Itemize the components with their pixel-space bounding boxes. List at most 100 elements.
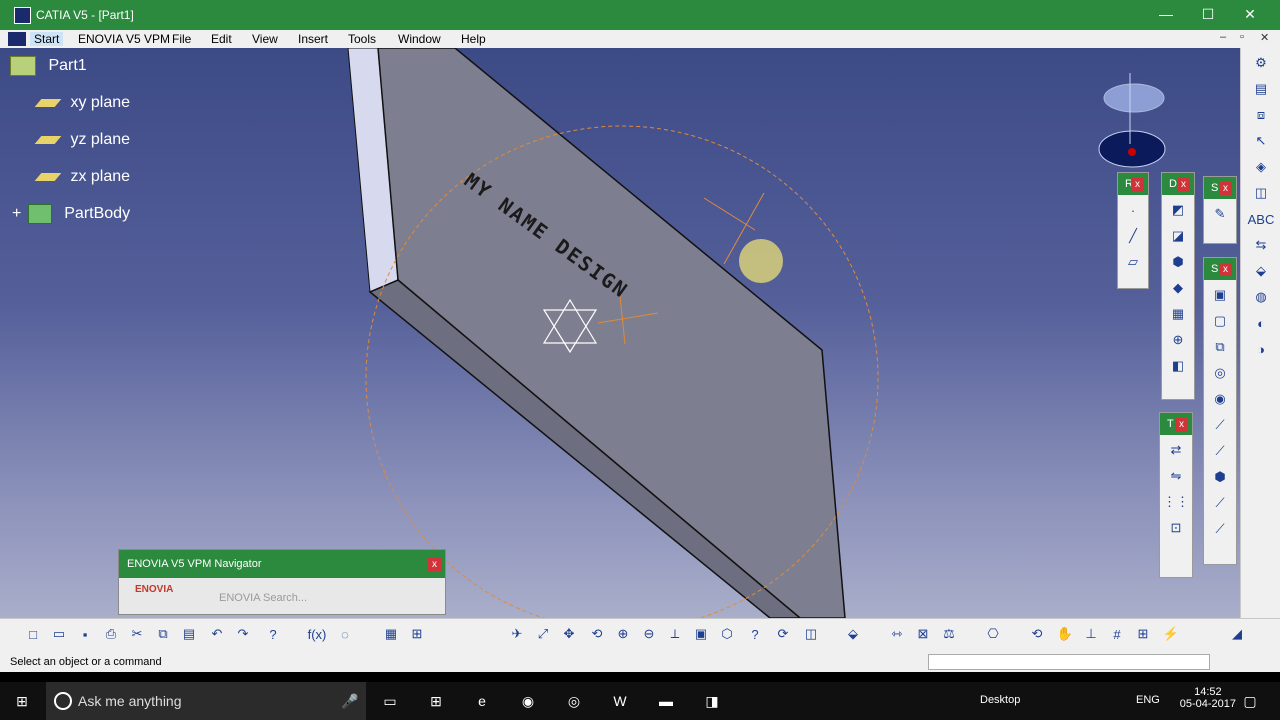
boolean-icon[interactable]: ◫ <box>1250 182 1272 204</box>
compass-handle[interactable] <box>1128 148 1136 156</box>
tree-item-zx-plane[interactable]: zx plane <box>34 168 130 186</box>
thickness-icon[interactable]: ▦ <box>1167 303 1189 325</box>
whats-this-icon[interactable]: ? <box>262 623 284 645</box>
remove-loft-icon[interactable]: ⟋ <box>1209 518 1231 540</box>
compass-icon[interactable]: ⊞ <box>1132 623 1154 645</box>
3d-viewport[interactable]: MY NAME DESIGN Part1 xy plane yz plane z… <box>0 48 1240 618</box>
capture-icon[interactable]: ⎔ <box>982 623 1004 645</box>
zoom-in-icon[interactable]: ⊕ <box>612 623 634 645</box>
draft-icon[interactable]: ⬢ <box>1167 251 1189 273</box>
maximize-button[interactable]: ☐ <box>1198 6 1218 23</box>
toolbar-close-icon[interactable]: x <box>1219 182 1232 195</box>
chamfer-icon[interactable]: ◪ <box>1167 225 1189 247</box>
tree-root[interactable]: Part1 <box>10 56 87 76</box>
workbench-icon[interactable]: ▤ <box>1250 78 1272 100</box>
print-icon[interactable]: ⎙ <box>100 623 122 645</box>
pocket-icon[interactable]: ▢ <box>1209 310 1231 332</box>
mirror-icon[interactable]: ⇋ <box>1165 465 1187 487</box>
loft-icon[interactable]: ⟋ <box>1209 492 1231 514</box>
toolbar-close-icon[interactable]: x <box>1131 178 1144 191</box>
stiffener-icon[interactable]: ⬢ <box>1209 466 1231 488</box>
compass-plane[interactable] <box>1103 83 1165 113</box>
new-icon[interactable]: □ <box>22 623 44 645</box>
menu-enovia[interactable]: ENOVIA V5 VPM <box>78 32 170 46</box>
tree-item-yz-plane[interactable]: yz plane <box>34 131 130 149</box>
clock[interactable]: 14:52 05-04-2017 <box>1180 686 1236 710</box>
apply-material-icon[interactable]: ⬙ <box>1250 260 1272 282</box>
swap-space-icon[interactable]: ⟳ <box>772 623 794 645</box>
normal-view-icon[interactable]: ⟂ <box>664 623 686 645</box>
measure-item-icon[interactable]: ⊠ <box>912 623 934 645</box>
plane-tool-icon[interactable]: ▱ <box>1122 251 1144 273</box>
measure-inertia-icon[interactable]: ⚖ <box>938 623 960 645</box>
sketch-icon[interactable]: ✎ <box>1209 203 1231 225</box>
firefox-icon[interactable]: ◉ <box>518 691 538 711</box>
surface-icon[interactable]: ◈ <box>1250 156 1272 178</box>
menu-start[interactable]: Start <box>30 32 64 46</box>
part-design-icon[interactable]: ⧈ <box>1250 104 1272 126</box>
shading-icon[interactable]: ◫ <box>800 623 822 645</box>
measure-icon[interactable]: ⇆ <box>1250 234 1272 256</box>
pad-icon[interactable]: ▣ <box>1209 284 1231 306</box>
line-tool-icon[interactable]: ╱ <box>1122 225 1144 247</box>
doc-restore-button[interactable]: ▫ <box>1240 31 1244 43</box>
shell-icon[interactable]: ◆ <box>1167 277 1189 299</box>
axis-system-icon[interactable]: ⊥ <box>1080 623 1102 645</box>
update-icon[interactable]: ⟲ <box>1026 623 1048 645</box>
translate-icon[interactable]: ⇄ <box>1165 439 1187 461</box>
menu-window[interactable]: Window <box>398 32 441 46</box>
desktop-label[interactable]: Desktop <box>980 694 1020 706</box>
store-icon[interactable]: ⊞ <box>426 691 446 711</box>
menu-file[interactable]: File <box>172 32 191 46</box>
minimize-button[interactable]: — <box>1156 6 1176 22</box>
windows-start-icon[interactable]: ⊞ <box>12 691 32 711</box>
task-view-icon[interactable]: ▭ <box>380 691 400 711</box>
navigator-close-icon[interactable]: x <box>428 558 441 571</box>
snap-icon[interactable]: ⚡ <box>1160 623 1182 645</box>
zoom-out-icon[interactable]: ⊖ <box>638 623 660 645</box>
pan-icon[interactable]: ✥ <box>558 623 580 645</box>
fillet-icon[interactable]: ◩ <box>1167 199 1189 221</box>
annotation-icon[interactable]: ABC <box>1248 208 1275 230</box>
knowledge-icon[interactable]: ◌ <box>334 623 356 645</box>
groove-icon[interactable]: ◎ <box>1209 362 1231 384</box>
redo-icon[interactable]: ↷ <box>232 623 254 645</box>
menu-tools[interactable]: Tools <box>348 32 376 46</box>
enovia-search-field[interactable]: ENOVIA Search... <box>219 592 307 604</box>
select-icon[interactable]: ↖ <box>1250 130 1272 152</box>
chrome-icon[interactable]: ◎ <box>564 691 584 711</box>
edge-icon[interactable]: e <box>472 691 492 711</box>
menu-edit[interactable]: Edit <box>211 32 232 46</box>
paste-icon[interactable]: ▤ <box>178 623 200 645</box>
rib-icon[interactable]: ⟋ <box>1209 414 1231 436</box>
language-indicator[interactable]: ENG <box>1136 694 1160 706</box>
hole-icon[interactable]: ◉ <box>1209 388 1231 410</box>
toolbar-close-icon[interactable]: x <box>1175 418 1188 431</box>
toolbar-close-icon[interactable]: x <box>1177 178 1190 191</box>
draft-analysis-icon[interactable]: ◐ <box>1250 312 1272 334</box>
rotate-icon[interactable]: ⟲ <box>586 623 608 645</box>
grid-icon[interactable]: ▦ <box>380 623 402 645</box>
microphone-icon[interactable]: 🎤 <box>340 691 360 711</box>
catia-taskbar-icon[interactable]: ◨ <box>702 691 722 711</box>
analysis-icon[interactable]: ◍ <box>1250 286 1272 308</box>
scale-icon[interactable]: ⊡ <box>1165 517 1187 539</box>
slot-icon[interactable]: ⟋ <box>1209 440 1231 462</box>
menu-view[interactable]: View <box>252 32 278 46</box>
curvature-icon[interactable]: ◑ <box>1250 338 1272 360</box>
stop-icon[interactable]: ✋ <box>1054 623 1076 645</box>
cut-icon[interactable]: ✂ <box>126 623 148 645</box>
remove-face-icon[interactable]: ◧ <box>1167 355 1189 377</box>
iso-view-icon[interactable]: ⬡ <box>716 623 738 645</box>
save-icon[interactable]: ▪ <box>74 623 96 645</box>
expand-icon[interactable]: + <box>12 205 21 222</box>
table-icon[interactable]: ⊞ <box>406 623 428 645</box>
units-icon[interactable]: # <box>1106 623 1128 645</box>
point-tool-icon[interactable]: · <box>1122 199 1144 221</box>
close-button[interactable]: ✕ <box>1240 6 1260 23</box>
notification-icon[interactable]: ▢ <box>1240 691 1260 711</box>
word-icon[interactable]: W <box>610 691 630 711</box>
file-explorer-icon[interactable]: ▬ <box>656 691 676 711</box>
tree-item-xy-plane[interactable]: xy plane <box>34 94 130 112</box>
menu-insert[interactable]: Insert <box>298 32 328 46</box>
